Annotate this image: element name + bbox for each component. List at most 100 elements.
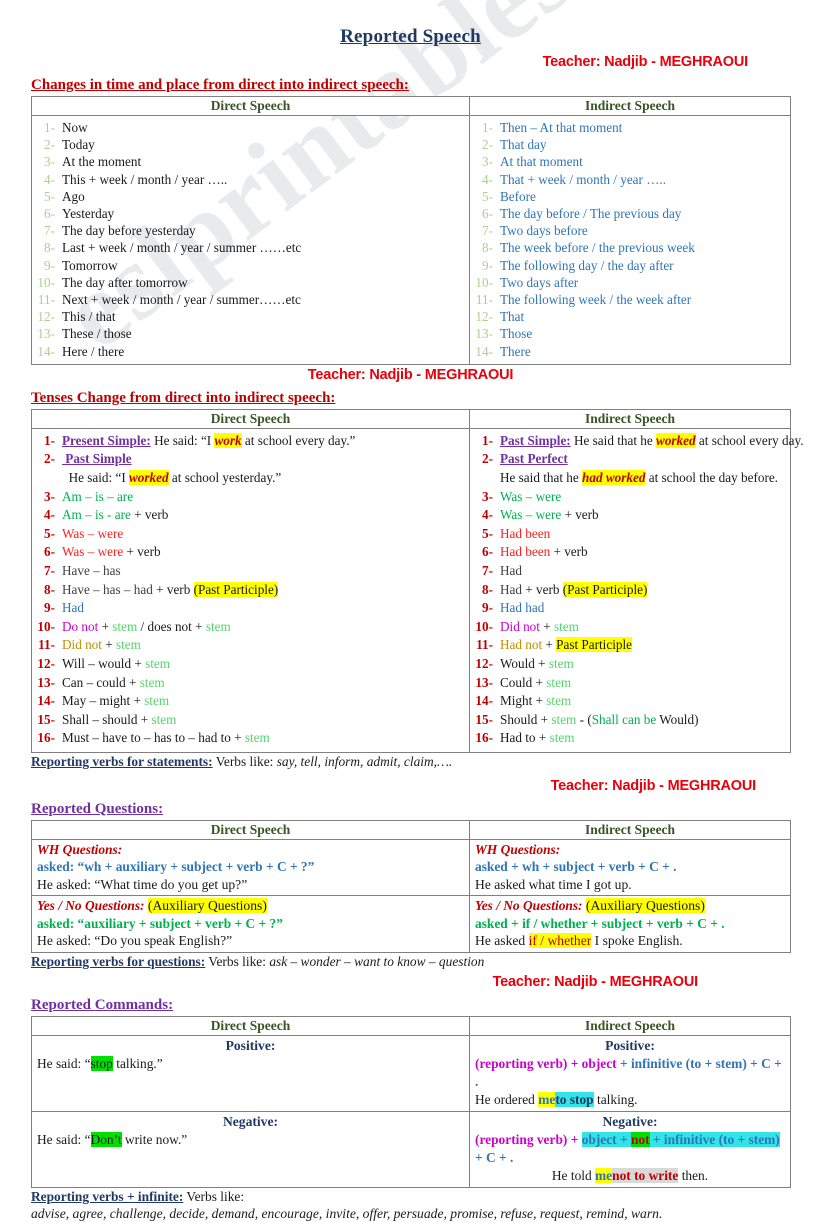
tense-form: Had not bbox=[500, 637, 543, 653]
stem-word: stem bbox=[151, 711, 177, 727]
yesno-label-direct-line: Yes / No Questions: (Auxiliary Questions… bbox=[37, 897, 464, 915]
list-item: 3- At that moment bbox=[474, 153, 786, 170]
item-number: 7- bbox=[44, 223, 55, 239]
list-item: 16- Had to + stem bbox=[475, 730, 575, 746]
tenses-table: Direct Speech Indirect Speech 1- Present … bbox=[31, 408, 804, 753]
item-number: 11- bbox=[475, 292, 493, 308]
verb-highlight: work bbox=[214, 432, 242, 448]
teacher-credit-4: Teacher: Nadjib - MEGHRAOUI bbox=[492, 973, 699, 990]
item-text: At that moment bbox=[500, 154, 583, 170]
indirect-speech-cell: 1- Then – At that moment 2- That day 3- At th… bbox=[469, 115, 791, 365]
stem-word: stem bbox=[145, 655, 171, 671]
negative-example-indirect: He told menot to write then. bbox=[475, 1167, 785, 1185]
list-item: 3- Am – is – are bbox=[44, 488, 134, 504]
questions-note-verbs: ask – wonder – want to know – question bbox=[269, 953, 485, 969]
item-number: 13- bbox=[475, 326, 493, 342]
stem-word: stem bbox=[553, 618, 579, 634]
me-highlight: me bbox=[538, 1091, 556, 1107]
column-header-direct: Direct Speech bbox=[31, 96, 470, 116]
item-number: 2- bbox=[44, 137, 55, 153]
item-number: 4- bbox=[482, 171, 493, 187]
column-header-direct: Direct Speech bbox=[31, 1015, 470, 1036]
stem-word: stem bbox=[244, 730, 270, 746]
table-header-row: Direct Speech Indirect Speech bbox=[31, 819, 791, 840]
list-item: 16- Must – have to – has to – had to + st… bbox=[37, 730, 270, 746]
list-item: 1- Past Simple: He said that he worked at… bbox=[482, 432, 804, 448]
item-number: 10- bbox=[475, 274, 493, 290]
item-text: Now bbox=[62, 120, 88, 135]
tense-form: Will – would bbox=[62, 655, 132, 671]
list-item: He said: “I worked at school yesterday.” bbox=[62, 470, 282, 486]
list-item: 9- Had had bbox=[482, 600, 545, 616]
list-item: 7- Two days before bbox=[474, 222, 786, 239]
verb-highlight: had worked bbox=[582, 470, 646, 486]
teacher-credit-2: Teacher: Nadjib - MEGHRAOUI bbox=[307, 366, 514, 383]
list-item: 4- That + week / month / year ….. bbox=[474, 171, 786, 188]
stem-word: stem bbox=[546, 693, 572, 709]
wh-questions-row: WH Questions: asked: “wh + auxiliary + s… bbox=[31, 838, 791, 897]
list-item: 11- Had not + Past Participle bbox=[476, 637, 632, 653]
list-item: 8- Had + verb (Past Participle) bbox=[482, 581, 648, 597]
list-item: 2- Past Simple bbox=[44, 451, 132, 467]
list-item: 10- The day after tomorrow bbox=[36, 274, 465, 291]
list-item: 8- Have – has – had + verb (Past Particip… bbox=[44, 581, 279, 597]
not-to-write-highlight: not to write bbox=[612, 1167, 679, 1183]
neg-direct-a: He said: “ bbox=[37, 1131, 91, 1147]
list-item: 12- Will – would + stem bbox=[37, 655, 171, 671]
to-stop-highlight: to stop bbox=[555, 1091, 594, 1107]
list-item: 15- Shall – should + stem bbox=[37, 711, 177, 727]
list-item: 9- Had bbox=[44, 600, 84, 616]
positive-label-direct: Positive: bbox=[225, 1037, 276, 1053]
column-header-indirect: Indirect Speech bbox=[469, 408, 791, 429]
list-item: 15- Should + stem - (Shall can be Would) bbox=[475, 711, 699, 727]
verb-highlight: worked bbox=[129, 470, 169, 486]
pos-example-a: He ordered bbox=[475, 1091, 539, 1107]
item-text: Before bbox=[500, 188, 536, 204]
item-number: 5- bbox=[482, 188, 493, 204]
item-number: 9- bbox=[482, 257, 493, 273]
section2-heading: Tenses Change from direct into indirect … bbox=[31, 389, 336, 406]
list-item: 3- Was – were bbox=[482, 488, 562, 504]
neg-formula-object: object + bbox=[581, 1131, 631, 1147]
pos-direct-b: talking.” bbox=[112, 1055, 163, 1071]
list-item: 10- Do not + stem / does not + stem bbox=[37, 618, 231, 634]
stem-word: stem bbox=[549, 730, 575, 746]
item-text: The week before / the previous week bbox=[500, 240, 695, 256]
item-number: 1- bbox=[482, 120, 493, 135]
item-number: 3- bbox=[44, 154, 55, 170]
indirect-speech-cell: 1- Past Simple: He said that he worked at… bbox=[469, 427, 804, 753]
item-text: Tomorrow bbox=[62, 257, 118, 273]
tense-form: Had had bbox=[500, 600, 545, 616]
item-text: Next + week / month / year / summer……etc bbox=[62, 292, 301, 308]
list-item: 14- There bbox=[474, 343, 786, 360]
list-item: 9- Tomorrow bbox=[36, 257, 465, 274]
item-text: This + week / month / year ….. bbox=[62, 171, 228, 187]
item-text: At the moment bbox=[62, 154, 142, 170]
section4-heading: Reported Commands: bbox=[31, 996, 174, 1013]
yesno-formula-direct: asked: “auxiliary + subject + verb + C +… bbox=[37, 915, 283, 931]
list-item: 8- Last + week / month / year / summer ……… bbox=[36, 239, 465, 256]
direct-speech-cell: 1- Present Simple: He said: “I work at sc… bbox=[31, 427, 470, 753]
list-item: 6- Had been + verb bbox=[482, 544, 588, 560]
list-item: 13- Could + stem bbox=[475, 674, 572, 690]
yesno-formula-indirect: asked + if / whether + subject + verb + … bbox=[475, 915, 725, 931]
neg-direct-b: write now.” bbox=[121, 1131, 188, 1147]
negative-example-direct: He said: “Don’t write now.” bbox=[37, 1131, 464, 1149]
wh-formula-direct: asked: “wh + auxiliary + subject + verb … bbox=[37, 859, 315, 875]
item-text: Today bbox=[62, 137, 95, 153]
infinitive-note-label: Reporting verbs + infinite: bbox=[31, 1188, 184, 1204]
tense-form: Have – has bbox=[62, 563, 121, 578]
list-item: 5- Had been bbox=[482, 525, 551, 541]
yesno-example-indirect-b: I spoke English. bbox=[591, 933, 683, 949]
questions-table: Direct Speech Indirect Speech WH Questio… bbox=[31, 819, 791, 953]
positive-example-direct: He said: “stop talking.” bbox=[37, 1055, 464, 1073]
item-number: 7- bbox=[482, 223, 493, 239]
section3-heading: Reported Questions: bbox=[31, 800, 164, 817]
tense-form: Might bbox=[500, 693, 533, 709]
time-place-table: Direct Speech Indirect Speech 1- Now 2- Tod… bbox=[31, 96, 791, 365]
participle-highlight: Past Participle bbox=[556, 637, 632, 653]
neg-formula-b: + C + . bbox=[475, 1149, 514, 1165]
item-text: The day before yesterday bbox=[62, 223, 196, 239]
tense-note: - (Shall can be Would) bbox=[576, 711, 699, 727]
yesno-questions-row: Yes / No Questions: (Auxiliary Questions… bbox=[31, 895, 791, 953]
